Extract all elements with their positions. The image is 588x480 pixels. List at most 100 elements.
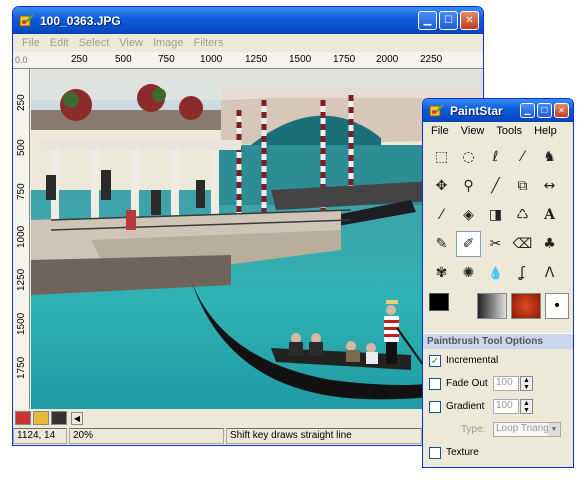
menu-view[interactable]: View bbox=[455, 125, 491, 137]
maximize-button[interactable]: ☐ bbox=[439, 11, 458, 30]
foreground-color[interactable] bbox=[429, 293, 449, 311]
ruler-v-tick: 1500 bbox=[16, 312, 27, 335]
lasso-icon[interactable]: ℓ bbox=[483, 144, 508, 170]
incremental-checkbox[interactable]: ✓ bbox=[429, 354, 441, 367]
gradient-option: Gradient 100 ▲ ▼ bbox=[423, 395, 573, 418]
maximize-button[interactable]: ☐ bbox=[537, 103, 552, 118]
image-window-titlebar[interactable]: 100_0363.JPG ▁ ☐ ✕ bbox=[13, 7, 483, 34]
type-select[interactable]: Loop Triangle ▼ bbox=[493, 422, 561, 437]
menu-select[interactable]: Select bbox=[74, 37, 115, 49]
move-icon[interactable]: ✥ bbox=[429, 173, 454, 199]
fade-out-checkbox[interactable] bbox=[429, 377, 441, 390]
image-canvas[interactable] bbox=[31, 70, 483, 409]
gradient-icon[interactable]: ◨ bbox=[483, 202, 508, 228]
type-label: Type: bbox=[461, 424, 486, 435]
eraser-icon[interactable]: ⌫ bbox=[510, 231, 535, 257]
gradient-checkbox[interactable] bbox=[429, 400, 441, 413]
cursor-coords: 1124, 14 bbox=[13, 428, 67, 444]
fill-icon[interactable]: ◈ bbox=[456, 202, 481, 228]
brush-dot-icon[interactable]: • bbox=[545, 293, 569, 319]
rect-select-icon[interactable]: ⬚ bbox=[429, 144, 454, 170]
scroll-left-arrow[interactable]: ◀ bbox=[71, 412, 83, 425]
image-menubar: File Edit Select View Image Filters bbox=[13, 34, 483, 52]
gradient-spinner[interactable]: ▲ ▼ bbox=[520, 399, 533, 414]
paintstar-app-icon bbox=[429, 103, 444, 116]
layers-icon[interactable] bbox=[33, 411, 49, 425]
paintstar-app-icon bbox=[19, 13, 34, 26]
texture-checkbox[interactable] bbox=[429, 446, 441, 459]
flip-icon[interactable]: ↔ bbox=[537, 173, 562, 199]
ruler-h-tick: 1000 bbox=[200, 54, 223, 65]
path-icon[interactable]: ♞ bbox=[537, 144, 562, 170]
copy-icon[interactable]: ⧉ bbox=[510, 173, 535, 199]
type-option: Type: Loop Triangle ▼ bbox=[423, 418, 573, 441]
photo-venice-gondola bbox=[31, 70, 483, 409]
menu-image[interactable]: Image bbox=[148, 37, 189, 49]
tool-options-header: Paintbrush Tool Options bbox=[423, 333, 573, 349]
ruler-h-tick: 750 bbox=[158, 54, 175, 65]
ruler-v-tick: 750 bbox=[16, 183, 27, 200]
fade-out-spinner[interactable]: ▲ ▼ bbox=[520, 376, 533, 391]
menu-help[interactable]: Help bbox=[528, 125, 563, 137]
vertical-ruler: 250 500 750 1000 1250 1500 1750 bbox=[13, 69, 30, 409]
status-bar: ◀ 1124, 14 20% Shift key draws straight … bbox=[13, 409, 483, 445]
menu-filters[interactable]: Filters bbox=[189, 37, 229, 49]
fade-out-label: Fade Out bbox=[446, 378, 488, 389]
incremental-option: ✓ Incremental bbox=[423, 349, 573, 372]
image-window: 100_0363.JPG ▁ ☐ ✕ File Edit Select View… bbox=[12, 6, 484, 446]
paint-icon[interactable] bbox=[15, 411, 31, 425]
gradient-label: Gradient bbox=[446, 401, 485, 412]
ellipse-select-icon[interactable]: ◌ bbox=[456, 144, 481, 170]
zoom-level: 20% bbox=[69, 428, 224, 444]
window-title: 100_0363.JPG bbox=[40, 13, 121, 28]
chevron-down-icon: ▼ bbox=[548, 423, 560, 436]
measure-icon[interactable]: Λ bbox=[537, 260, 562, 286]
tool-grid: ⬚ ◌ ℓ ⁄ ♞ ✥ ⚲ ╱ ⧉ ↔ ⁄ ◈ ◨ ♺ A ✎ ✐ ✂ ⌫ ♣ … bbox=[423, 140, 573, 287]
color-swatches: • bbox=[423, 289, 573, 327]
pattern-swatch[interactable] bbox=[511, 293, 541, 319]
paintbrush-icon[interactable]: ✐ bbox=[456, 231, 481, 257]
paintstar-toolbox: PaintStar ▁ ☐ ✕ File View Tools Help ⬚ ◌… bbox=[422, 98, 574, 468]
menu-view[interactable]: View bbox=[114, 37, 148, 49]
sharpen-icon[interactable]: ʆ bbox=[510, 260, 535, 286]
zoom-icon[interactable]: ⚲ bbox=[456, 173, 481, 199]
ruler-h-tick: 2250 bbox=[420, 54, 443, 65]
ruler-v-tick: 1250 bbox=[16, 268, 27, 291]
minimize-button[interactable]: ▁ bbox=[520, 103, 535, 118]
ruler-h-tick: 250 bbox=[71, 54, 88, 65]
ruler-v-tick: 1000 bbox=[16, 225, 27, 248]
ruler-origin: 0.0 bbox=[15, 55, 28, 65]
ruler-v-tick: 250 bbox=[16, 94, 27, 111]
fade-out-value[interactable]: 100 bbox=[493, 376, 519, 391]
toolbox-titlebar[interactable]: PaintStar ▁ ☐ ✕ bbox=[423, 99, 573, 122]
line-icon[interactable]: ╱ bbox=[483, 173, 508, 199]
blur-icon[interactable]: 💧 bbox=[483, 260, 508, 286]
palette-icon[interactable]: ✺ bbox=[456, 260, 481, 286]
airbrush-icon[interactable]: ✂ bbox=[483, 231, 508, 257]
gradient-swatch[interactable] bbox=[477, 293, 507, 319]
color-picker-icon[interactable]: ⁄ bbox=[429, 202, 454, 228]
minimize-button[interactable]: ▁ bbox=[418, 11, 437, 30]
menu-edit[interactable]: Edit bbox=[45, 37, 74, 49]
incremental-label: Incremental bbox=[446, 355, 499, 366]
menu-tools[interactable]: Tools bbox=[490, 125, 528, 137]
clone-icon[interactable]: ♺ bbox=[510, 202, 535, 228]
fade-out-option: Fade Out 100 ▲ ▼ bbox=[423, 372, 573, 395]
menu-file[interactable]: File bbox=[17, 37, 45, 49]
film-icon[interactable] bbox=[51, 411, 67, 425]
close-button[interactable]: ✕ bbox=[554, 103, 569, 118]
magic-wand-icon[interactable]: ⁄ bbox=[510, 144, 535, 170]
horizontal-ruler: 0.0 250 500 750 1000 1250 1500 1750 2000… bbox=[13, 52, 483, 69]
text-icon[interactable]: A bbox=[537, 202, 562, 228]
ruler-v-tick: 1750 bbox=[16, 356, 27, 379]
ruler-h-tick: 500 bbox=[115, 54, 132, 65]
smudge-icon[interactable]: ✾ bbox=[429, 260, 454, 286]
gradient-value[interactable]: 100 bbox=[493, 399, 519, 414]
pencil-icon[interactable]: ✎ bbox=[429, 231, 454, 257]
close-button[interactable]: ✕ bbox=[460, 11, 479, 30]
status-tool-icons bbox=[15, 411, 67, 425]
stamp-icon[interactable]: ♣ bbox=[537, 231, 562, 257]
menu-file[interactable]: File bbox=[425, 125, 455, 137]
ruler-h-tick: 1750 bbox=[333, 54, 356, 65]
ruler-h-tick: 2000 bbox=[376, 54, 399, 65]
